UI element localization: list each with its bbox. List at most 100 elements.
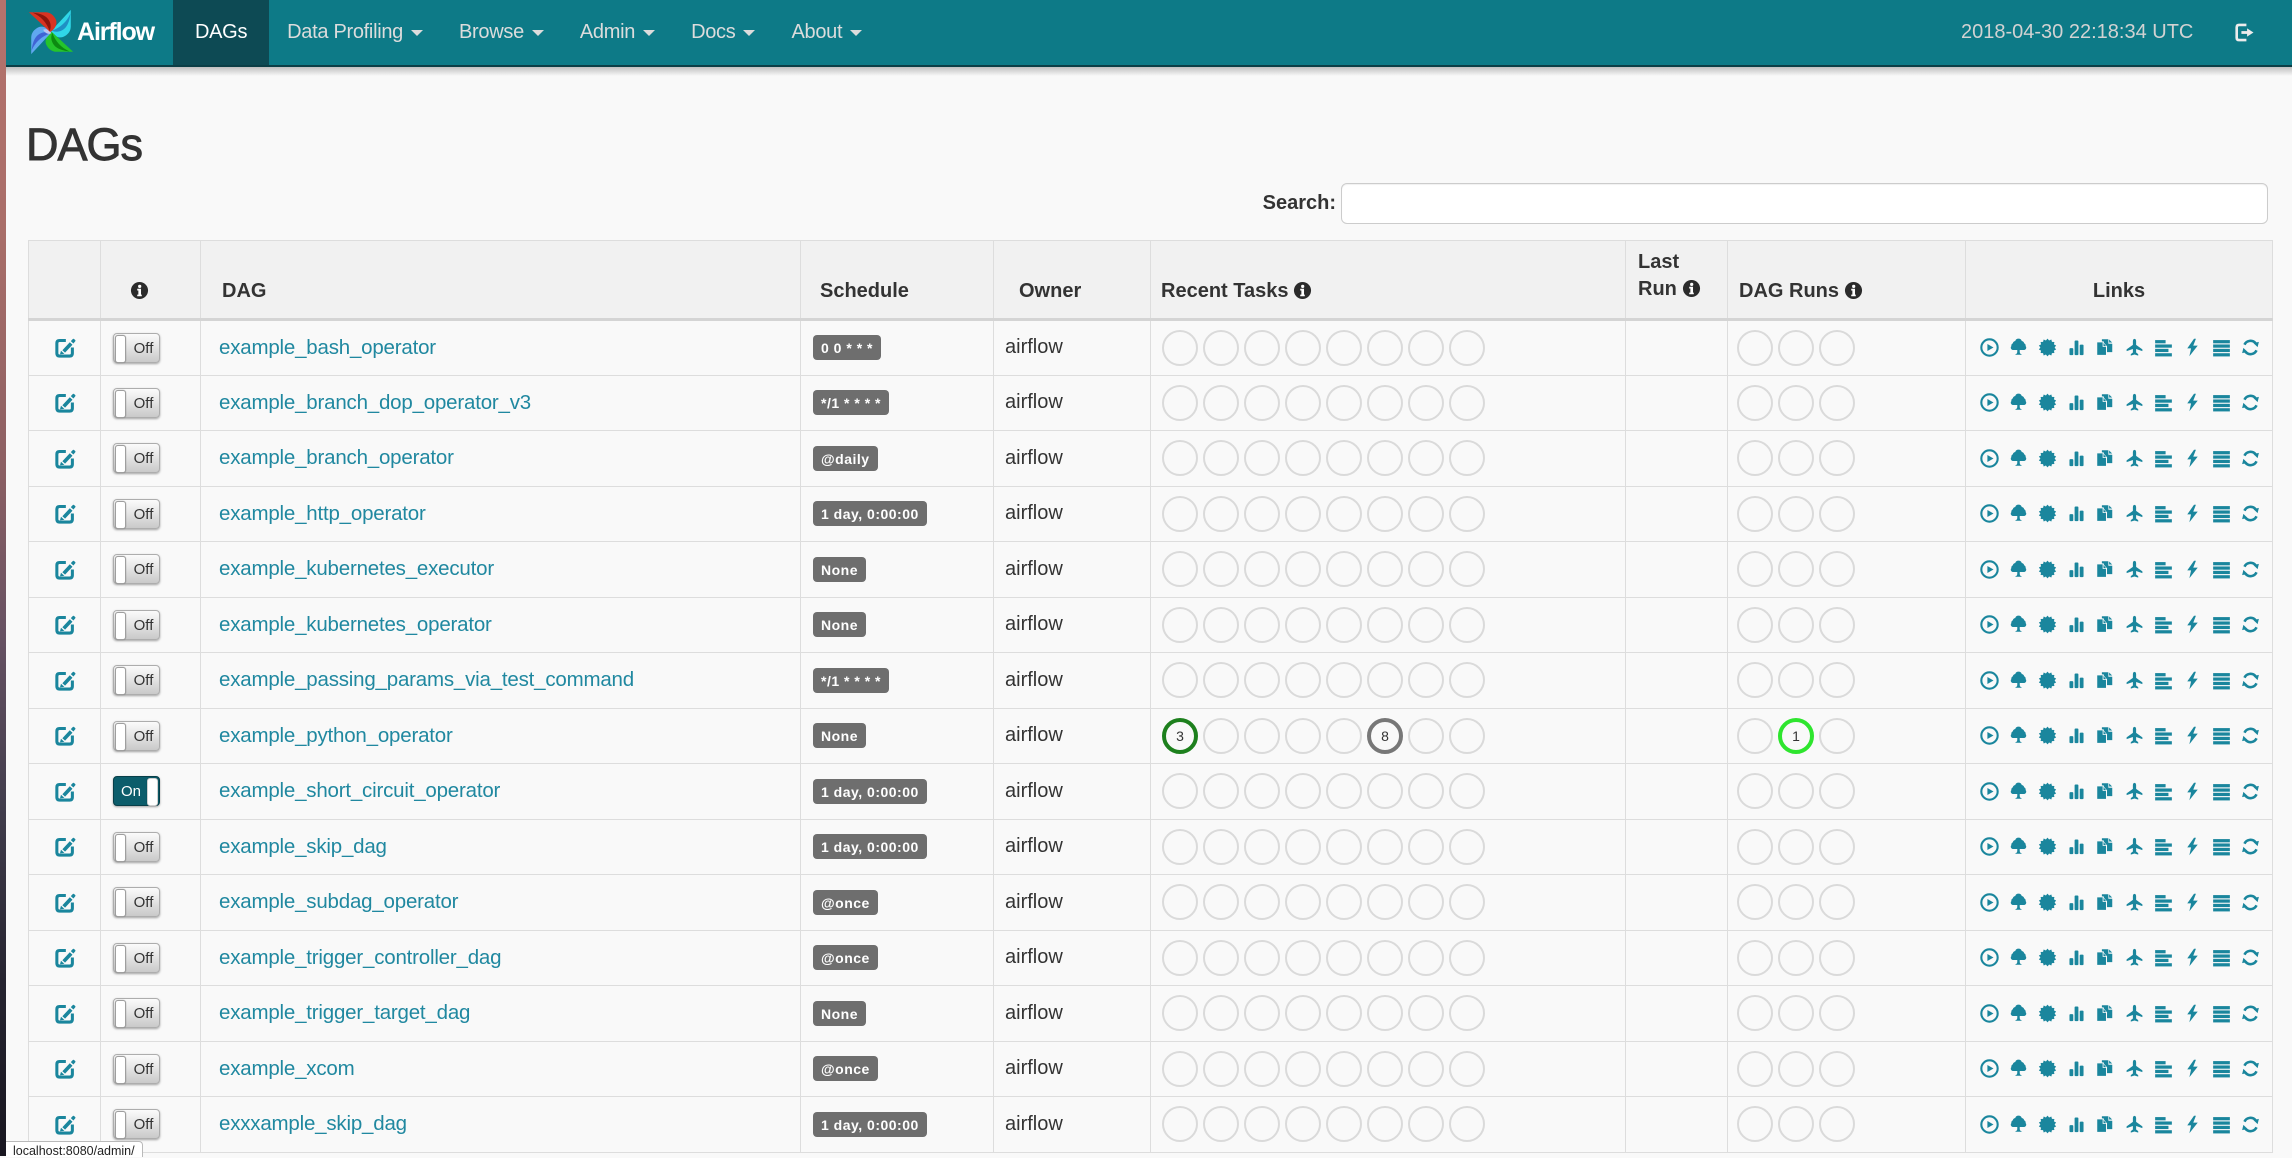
dag-pause-toggle[interactable]: Off: [113, 720, 160, 751]
code-view-icon[interactable]: [2183, 504, 2202, 523]
code-view-icon[interactable]: [2183, 449, 2202, 468]
task-state-circle[interactable]: [1819, 995, 1855, 1032]
tree-view-icon[interactable]: [2009, 615, 2028, 634]
edit-dag-icon[interactable]: [51, 667, 78, 694]
task-state-circle[interactable]: [1326, 495, 1362, 532]
task-state-circle[interactable]: [1778, 1050, 1814, 1087]
gantt-icon[interactable]: [2154, 560, 2173, 579]
task-state-circle[interactable]: [1408, 384, 1444, 421]
dag-link[interactable]: example_trigger_target_dag: [201, 1001, 470, 1025]
task-state-circle[interactable]: [1285, 1050, 1321, 1087]
task-state-circle[interactable]: [1737, 995, 1773, 1032]
gantt-icon[interactable]: [2154, 1059, 2173, 1078]
task-state-circle[interactable]: [1285, 995, 1321, 1032]
graph-view-icon[interactable]: [2038, 560, 2057, 579]
task-state-circle[interactable]: [1449, 384, 1485, 421]
task-state-circle[interactable]: [1408, 440, 1444, 477]
code-view-icon[interactable]: [2183, 837, 2202, 856]
sign-out-icon[interactable]: [2233, 22, 2254, 43]
edit-dag-icon[interactable]: [51, 500, 78, 527]
landing-times-icon[interactable]: [2125, 449, 2144, 468]
landing-times-icon[interactable]: [2125, 615, 2144, 634]
gantt-icon[interactable]: [2154, 615, 2173, 634]
task-state-circle[interactable]: [1737, 662, 1773, 699]
refresh-icon[interactable]: [2241, 449, 2260, 468]
task-state-circle[interactable]: [1203, 995, 1239, 1032]
landing-times-icon[interactable]: [2125, 1115, 2144, 1134]
gantt-icon[interactable]: [2154, 504, 2173, 523]
task-duration-icon[interactable]: [2067, 893, 2086, 912]
code-view-icon[interactable]: [2183, 893, 2202, 912]
dag-details-icon[interactable]: [2212, 1059, 2231, 1078]
task-duration-icon[interactable]: [2067, 948, 2086, 967]
trigger-dag-icon[interactable]: [1980, 615, 1999, 634]
info-icon[interactable]: [1293, 281, 1312, 300]
task-state-circle[interactable]: [1285, 939, 1321, 976]
task-state-circle[interactable]: [1203, 384, 1239, 421]
task-state-circle[interactable]: [1162, 1050, 1198, 1087]
task-state-circle[interactable]: [1244, 717, 1280, 754]
nav-item-about[interactable]: About: [773, 0, 880, 65]
dag-pause-toggle[interactable]: Off: [113, 665, 160, 696]
task-state-circle[interactable]: [1408, 939, 1444, 976]
task-state-circle[interactable]: [1244, 384, 1280, 421]
dag-link[interactable]: example_kubernetes_operator: [201, 613, 492, 637]
task-state-circle[interactable]: [1408, 717, 1444, 754]
task-state-circle[interactable]: [1449, 773, 1485, 810]
gantt-icon[interactable]: [2154, 948, 2173, 967]
dag-pause-toggle[interactable]: Off: [113, 554, 160, 585]
task-state-circle[interactable]: [1244, 1106, 1280, 1143]
dag-link[interactable]: example_skip_dag: [201, 835, 387, 859]
graph-view-icon[interactable]: [2038, 1115, 2057, 1134]
task-state-circle[interactable]: [1819, 384, 1855, 421]
landing-times-icon[interactable]: [2125, 671, 2144, 690]
task-tries-icon[interactable]: [2096, 449, 2115, 468]
refresh-icon[interactable]: [2241, 1115, 2260, 1134]
task-state-circle[interactable]: [1819, 1106, 1855, 1143]
dag-link[interactable]: example_short_circuit_operator: [201, 779, 500, 803]
task-state-circle[interactable]: [1819, 606, 1855, 643]
dag-pause-toggle[interactable]: Off: [113, 387, 160, 418]
task-state-circle[interactable]: [1367, 1106, 1403, 1143]
graph-view-icon[interactable]: [2038, 1004, 2057, 1023]
task-state-circle[interactable]: [1203, 551, 1239, 588]
task-tries-icon[interactable]: [2096, 1004, 2115, 1023]
dag-pause-toggle[interactable]: Off: [113, 498, 160, 529]
task-state-circle[interactable]: [1367, 828, 1403, 865]
edit-dag-icon[interactable]: [51, 889, 78, 916]
task-state-circle[interactable]: [1162, 384, 1198, 421]
landing-times-icon[interactable]: [2125, 1004, 2144, 1023]
task-tries-icon[interactable]: [2096, 837, 2115, 856]
dag-details-icon[interactable]: [2212, 726, 2231, 745]
dag-pause-toggle[interactable]: Off: [113, 1053, 160, 1084]
dag-details-icon[interactable]: [2212, 560, 2231, 579]
edit-dag-icon[interactable]: [51, 556, 78, 583]
refresh-icon[interactable]: [2241, 1004, 2260, 1023]
task-state-circle[interactable]: [1285, 495, 1321, 532]
task-state-circle[interactable]: [1326, 884, 1362, 921]
task-state-circle[interactable]: [1408, 551, 1444, 588]
dag-details-icon[interactable]: [2212, 1004, 2231, 1023]
info-icon[interactable]: [1682, 279, 1701, 298]
task-duration-icon[interactable]: [2067, 1004, 2086, 1023]
graph-view-icon[interactable]: [2038, 393, 2057, 412]
task-state-circle[interactable]: [1367, 662, 1403, 699]
task-state-circle[interactable]: [1326, 1106, 1362, 1143]
dag-details-icon[interactable]: [2212, 671, 2231, 690]
task-state-circle[interactable]: [1326, 717, 1362, 754]
task-tries-icon[interactable]: [2096, 560, 2115, 579]
edit-dag-icon[interactable]: [51, 389, 78, 416]
task-state-circle[interactable]: [1449, 662, 1485, 699]
task-state-circle[interactable]: [1326, 329, 1362, 366]
task-state-circle[interactable]: [1737, 384, 1773, 421]
task-duration-icon[interactable]: [2067, 782, 2086, 801]
task-state-circle[interactable]: [1449, 440, 1485, 477]
task-state-circle[interactable]: 8: [1367, 717, 1403, 754]
task-duration-icon[interactable]: [2067, 449, 2086, 468]
graph-view-icon[interactable]: [2038, 893, 2057, 912]
info-icon[interactable]: [1844, 281, 1863, 300]
tree-view-icon[interactable]: [2009, 560, 2028, 579]
tree-view-icon[interactable]: [2009, 671, 2028, 690]
task-state-circle[interactable]: [1367, 1050, 1403, 1087]
task-state-circle[interactable]: [1449, 884, 1485, 921]
